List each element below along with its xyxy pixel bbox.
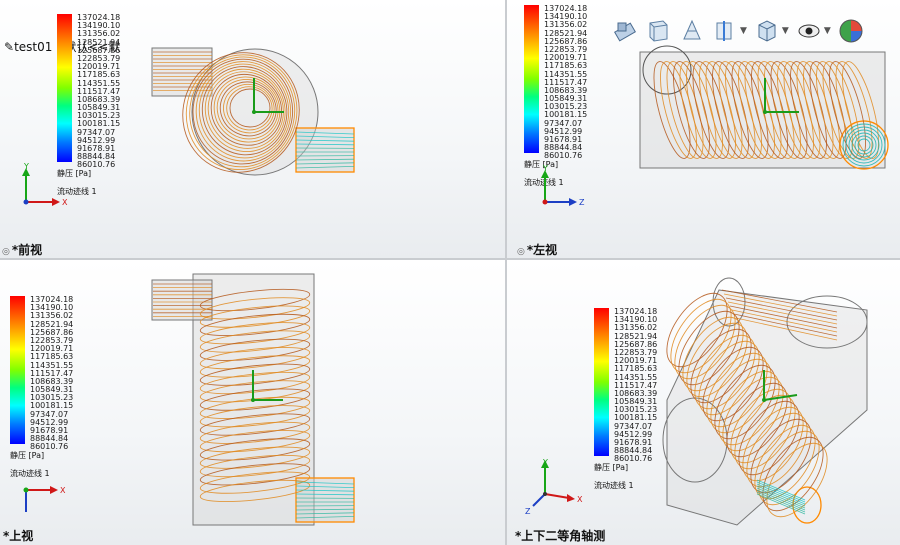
legend-ticks: 137024.18 134190.10 131356.02 128521.94 1256… [544,4,588,161]
chevron-down-icon[interactable]: ▼ [740,26,747,36]
view-label-left: ◎ *左视 [517,243,558,257]
view-eye-icon: ◎ [517,247,525,257]
legend-ticks: 137024.18 134190.10 131356.02 128521.94 1256… [30,295,74,452]
viewport-front[interactable]: ✎test01（默认<<默 137024.18134190.10131356.0… [0,0,505,258]
view-label-top: *上视 [3,529,34,543]
view-eye-icon: ◎ [2,247,10,257]
viewport-iso[interactable]: 137024.18 134190.10 131356.02 128521.94 1256… [507,260,900,545]
svg-text:Z: Z [579,198,585,207]
axis-triad-front: Y X [22,162,68,207]
viewport-top[interactable]: 137024.18 134190.10 131356.02 128521.94 1256… [0,260,505,545]
chevron-down-icon[interactable]: ▼ [782,26,789,36]
svg-text:Y: Y [23,162,29,171]
svg-text:X: X [60,486,66,495]
svg-text:X: X [62,198,68,207]
heads-up-view-toolbar: ▼ ▼ ▼ [612,14,870,48]
edit-appearance-icon[interactable] [753,17,781,45]
part-icon: ✎ [4,40,15,54]
view-orientation-icon[interactable] [645,17,673,45]
chevron-down-icon[interactable]: ▼ [824,26,831,36]
display-style-icon[interactable] [678,17,706,45]
legend-color-bar [57,14,72,162]
legend-ticks: 137024.18 134190.10 131356.02 128521.94 1256… [614,307,658,464]
svg-text:X: X [577,495,583,504]
axis-triad-top: X [23,486,66,512]
trajectory-label: 流动迹线 1 [594,481,634,490]
legend-color-bar [594,308,609,456]
view-label-iso: *上下二等角轴测 [515,529,606,543]
legend-unit: 静压 [Pa] [10,451,45,460]
legend-unit: 静压 [Pa] [594,463,629,472]
viewport-divider-horizontal[interactable] [0,258,900,260]
hide-show-icon[interactable] [711,17,739,45]
axis-triad-iso: Y X Z [525,458,583,516]
section-view-icon[interactable] [612,17,640,45]
view-settings-icon[interactable] [795,17,823,45]
svg-text:Y: Y [542,458,548,467]
render-tools-icon[interactable] [837,17,865,45]
legend-ticks: 137024.18 134190.10 131356.02 128521.94 1256… [77,13,121,170]
svg-text:Y: Y [542,164,548,173]
legend-color-bar [10,296,25,444]
viewport-divider-vertical[interactable] [505,0,507,545]
axis-triad-left: Y Z [541,164,585,207]
view-label-front: ◎ *前视 [2,243,43,257]
legend-color-bar [524,5,539,153]
svg-text:Z: Z [525,507,531,516]
